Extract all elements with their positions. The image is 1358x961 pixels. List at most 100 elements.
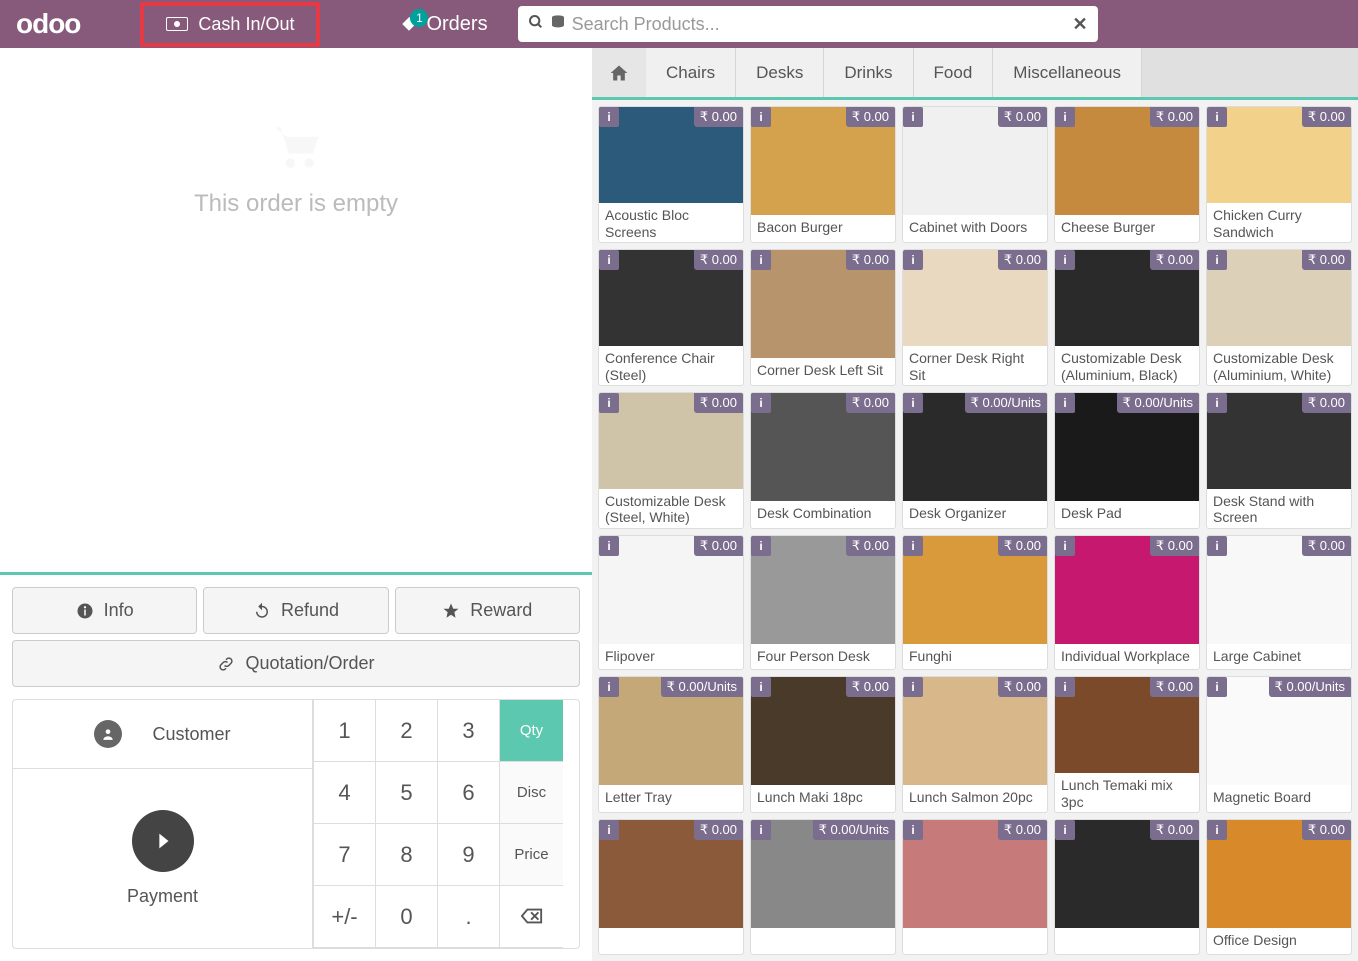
product-name: Lunch Salmon 20pc <box>903 785 1047 811</box>
info-icon[interactable]: i <box>903 536 923 556</box>
info-icon[interactable]: i <box>1207 677 1227 697</box>
product-card[interactable]: i ₹ 0.00 Cabinet with Doors <box>902 106 1048 243</box>
mode-qty[interactable]: Qty <box>499 700 563 762</box>
key-7[interactable]: 7 <box>313 824 375 886</box>
clear-search-icon[interactable]: ✕ <box>1073 14 1088 35</box>
info-icon[interactable]: i <box>903 250 923 270</box>
product-price: ₹ 0.00 <box>998 536 1047 556</box>
key-4[interactable]: 4 <box>313 762 375 824</box>
info-icon[interactable]: i <box>903 677 923 697</box>
product-name: Office Design <box>1207 928 1351 954</box>
product-card[interactable]: i ₹ 0.00 <box>598 819 744 955</box>
info-icon[interactable]: i <box>751 820 771 840</box>
info-icon[interactable]: i <box>599 677 619 697</box>
mode-disc[interactable]: Disc <box>499 762 563 824</box>
category-miscellaneous[interactable]: Miscellaneous <box>993 48 1142 97</box>
product-card[interactable]: i ₹ 0.00 Lunch Maki 18pc <box>750 676 896 813</box>
info-icon[interactable]: i <box>1055 820 1075 840</box>
product-card[interactable]: i ₹ 0.00 Individual Workplace <box>1054 535 1200 671</box>
info-icon[interactable]: i <box>903 107 923 127</box>
product-card[interactable]: i ₹ 0.00 Cheese Burger <box>1054 106 1200 243</box>
info-icon[interactable]: i <box>751 107 771 127</box>
product-card[interactable]: i ₹ 0.00/Units Desk Organizer <box>902 392 1048 529</box>
info-icon[interactable]: i <box>599 250 619 270</box>
category-chairs[interactable]: Chairs <box>646 48 736 97</box>
product-price: ₹ 0.00 <box>694 393 743 413</box>
info-icon[interactable]: i <box>1055 677 1075 697</box>
key-6[interactable]: 6 <box>437 762 499 824</box>
info-icon[interactable]: i <box>1207 393 1227 413</box>
info-icon[interactable]: i <box>599 393 619 413</box>
product-card[interactable]: i ₹ 0.00 <box>902 819 1048 955</box>
search-input[interactable] <box>572 14 1067 35</box>
product-card[interactable]: i ₹ 0.00 Bacon Burger <box>750 106 896 243</box>
info-icon[interactable]: i <box>1055 107 1075 127</box>
product-card[interactable]: i ₹ 0.00 Corner Desk Left Sit <box>750 249 896 386</box>
info-icon[interactable]: i <box>903 393 923 413</box>
key-8[interactable]: 8 <box>375 824 437 886</box>
info-icon[interactable]: i <box>599 536 619 556</box>
customer-button[interactable]: Customer <box>13 700 313 769</box>
info-icon[interactable]: i <box>1055 536 1075 556</box>
product-card[interactable]: i ₹ 0.00/Units Letter Tray <box>598 676 744 813</box>
category-desks[interactable]: Desks <box>736 48 824 97</box>
key-0[interactable]: 0 <box>375 886 437 948</box>
key-9[interactable]: 9 <box>437 824 499 886</box>
info-icon[interactable]: i <box>1207 820 1227 840</box>
order-panel: This order is empty Info Refund Reward <box>0 48 592 961</box>
product-card[interactable]: i ₹ 0.00 Office Design <box>1206 819 1352 955</box>
key-backspace[interactable] <box>499 886 563 948</box>
info-icon[interactable]: i <box>1207 107 1227 127</box>
cash-in-out-button[interactable]: Cash In/Out <box>140 2 320 47</box>
key-plusminus[interactable]: +/- <box>313 886 375 948</box>
product-card[interactable]: i ₹ 0.00 Large Cabinet <box>1206 535 1352 671</box>
info-icon[interactable]: i <box>751 677 771 697</box>
key-3[interactable]: 3 <box>437 700 499 762</box>
product-card[interactable]: i ₹ 0.00 Desk Stand with Screen <box>1206 392 1352 529</box>
product-price: ₹ 0.00/Units <box>661 677 743 697</box>
home-category[interactable] <box>592 48 646 97</box>
product-card[interactable]: i ₹ 0.00 Customizable Desk (Aluminium, W… <box>1206 249 1352 386</box>
product-card[interactable]: i ₹ 0.00 Four Person Desk <box>750 535 896 671</box>
product-card[interactable]: i ₹ 0.00 Lunch Salmon 20pc <box>902 676 1048 813</box>
info-icon[interactable]: i <box>599 107 619 127</box>
product-card[interactable]: i ₹ 0.00 Desk Combination <box>750 392 896 529</box>
product-card[interactable]: i ₹ 0.00 <box>1054 819 1200 955</box>
info-icon[interactable]: i <box>751 536 771 556</box>
product-card[interactable]: i ₹ 0.00 Flipover <box>598 535 744 671</box>
category-food[interactable]: Food <box>914 48 994 97</box>
refund-button[interactable]: Refund <box>203 587 388 634</box>
reward-button[interactable]: Reward <box>395 587 580 634</box>
key-dot[interactable]: . <box>437 886 499 948</box>
info-icon[interactable]: i <box>1055 250 1075 270</box>
key-5[interactable]: 5 <box>375 762 437 824</box>
product-card[interactable]: i ₹ 0.00 Chicken Curry Sandwich <box>1206 106 1352 243</box>
quotation-button[interactable]: Quotation/Order <box>12 640 580 687</box>
info-icon[interactable]: i <box>751 250 771 270</box>
product-card[interactable]: i ₹ 0.00/Units <box>750 819 896 955</box>
key-1[interactable]: 1 <box>313 700 375 762</box>
product-card[interactable]: i ₹ 0.00 Acoustic Bloc Screens <box>598 106 744 243</box>
product-card[interactable]: i ₹ 0.00 Customizable Desk (Aluminium, B… <box>1054 249 1200 386</box>
category-drinks[interactable]: Drinks <box>824 48 913 97</box>
product-card[interactable]: i ₹ 0.00 Funghi <box>902 535 1048 671</box>
info-icon[interactable]: i <box>1055 393 1075 413</box>
info-icon[interactable]: i <box>1207 536 1227 556</box>
product-name: Desk Organizer <box>903 501 1047 527</box>
info-icon[interactable]: i <box>903 820 923 840</box>
info-icon[interactable]: i <box>1207 250 1227 270</box>
product-card[interactable]: i ₹ 0.00 Lunch Temaki mix 3pc <box>1054 676 1200 813</box>
product-card[interactable]: i ₹ 0.00 Corner Desk Right Sit <box>902 249 1048 386</box>
product-card[interactable]: i ₹ 0.00 Conference Chair (Steel) <box>598 249 744 386</box>
payment-button[interactable]: Payment <box>13 769 313 948</box>
mode-price[interactable]: Price <box>499 824 563 886</box>
product-card[interactable]: i ₹ 0.00 Customizable Desk (Steel, White… <box>598 392 744 529</box>
info-icon[interactable]: i <box>599 820 619 840</box>
info-button[interactable]: Info <box>12 587 197 634</box>
key-2[interactable]: 2 <box>375 700 437 762</box>
orders-button[interactable]: 1 Orders <box>400 13 487 36</box>
product-price: ₹ 0.00 <box>1302 820 1351 840</box>
product-card[interactable]: i ₹ 0.00/Units Desk Pad <box>1054 392 1200 529</box>
info-icon[interactable]: i <box>751 393 771 413</box>
product-card[interactable]: i ₹ 0.00/Units Magnetic Board <box>1206 676 1352 813</box>
